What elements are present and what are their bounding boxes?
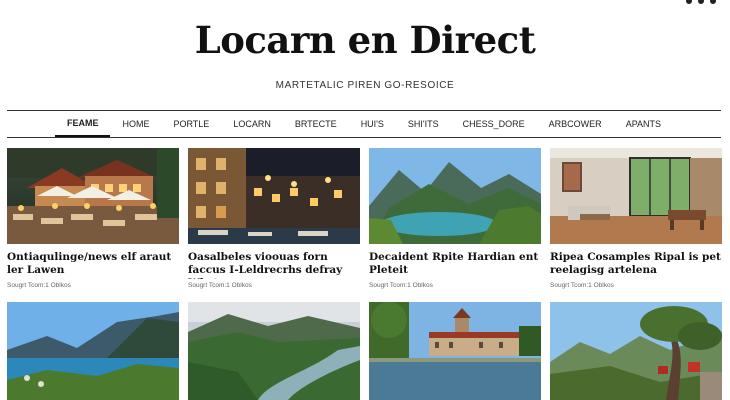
article-image-outdoor-cafe[interactable] bbox=[7, 148, 179, 244]
article-image-mountain-lake[interactable] bbox=[369, 148, 541, 244]
article-meta: Sougrt Tcom:1 Oblkos bbox=[188, 282, 252, 289]
article-title[interactable]: Ripea Cosamples Ripal is pet reelagisg a… bbox=[550, 251, 722, 279]
article-image-lake-shore[interactable] bbox=[7, 302, 179, 400]
dot-icon bbox=[686, 0, 692, 4]
top-utility-icons bbox=[686, 0, 716, 4]
site-logo[interactable]: Locarn en Direct bbox=[0, 18, 730, 62]
article-meta: Sougrt Tcom:1 Oblkos bbox=[369, 282, 433, 289]
article-title[interactable]: Oasalbeles vioouas forn faccus I-Leldrec… bbox=[188, 251, 360, 279]
article-meta: Sougrt Tcom:1 Oblkos bbox=[550, 282, 614, 289]
nav-item-locarn[interactable]: LOCARN bbox=[221, 111, 283, 137]
nav-item-portle[interactable]: PORTLE bbox=[161, 111, 221, 137]
article-grid: Ontiaqulinge/news elf araut ler Lawen So… bbox=[7, 148, 722, 289]
nav-item-brtecte[interactable]: BRTECTE bbox=[283, 111, 349, 137]
nav-item-huis[interactable]: HUI'S bbox=[349, 111, 396, 137]
site-tagline: MARTETALIC PIREN GO-RESOICE bbox=[275, 80, 455, 91]
nav-item-home[interactable]: HOME bbox=[110, 111, 161, 137]
article-title[interactable]: Decaident Rpite Hardian ent Pleteit bbox=[369, 251, 541, 279]
nav-item-shiits[interactable]: SHI'ITS bbox=[396, 111, 451, 137]
nav-item-chess-dore[interactable]: CHESS_DORE bbox=[451, 111, 537, 137]
nav-item-apants[interactable]: APANTS bbox=[614, 111, 673, 137]
masthead: Locarn en Direct MARTETALIC PIREN GO-RES… bbox=[0, 0, 730, 91]
article-image-river-valley[interactable] bbox=[188, 302, 360, 400]
article-image-lakeside-castle[interactable] bbox=[369, 302, 541, 400]
article-card[interactable]: Oasalbeles vioouas forn faccus I-Leldrec… bbox=[188, 148, 360, 289]
article-card[interactable]: Ontiaqulinge/news elf araut ler Lawen So… bbox=[7, 148, 179, 289]
article-grid-row-2 bbox=[7, 302, 722, 400]
nav-item-arbcower[interactable]: ARBCOWER bbox=[537, 111, 614, 137]
nav-item-feame[interactable]: FEAME bbox=[54, 111, 111, 137]
article-card[interactable]: Decaident Rpite Hardian ent Pleteit Soug… bbox=[369, 148, 541, 289]
article-image-modern-interior[interactable] bbox=[550, 148, 722, 244]
dot-icon bbox=[710, 0, 716, 4]
article-meta: Sougrt Tcom:1 Oblkos bbox=[7, 282, 71, 289]
article-image-mountain-road[interactable] bbox=[550, 302, 722, 400]
article-card[interactable]: Ripea Cosamples Ripal is pet reelagisg a… bbox=[550, 148, 722, 289]
dot-icon bbox=[698, 0, 704, 4]
main-nav: FEAME HOME PORTLE LOCARN BRTECTE HUI'S S… bbox=[7, 110, 721, 138]
article-image-harbor-town[interactable] bbox=[188, 148, 360, 244]
article-title[interactable]: Ontiaqulinge/news elf araut ler Lawen bbox=[7, 251, 179, 279]
